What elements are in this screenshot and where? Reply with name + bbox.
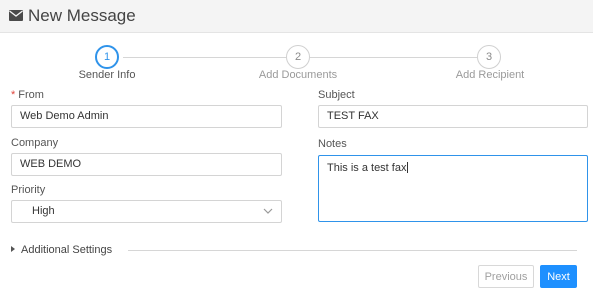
subject-field[interactable]: TEST FAX <box>318 105 588 128</box>
step-2-label: Add Documents <box>258 69 338 81</box>
step-1-circle[interactable]: 1 <box>95 45 119 69</box>
step-3-circle[interactable]: 3 <box>477 45 501 69</box>
company-field[interactable]: WEB DEMO <box>11 153 282 176</box>
previous-button[interactable]: Previous <box>478 265 534 288</box>
step-1-label: Sender Info <box>78 69 136 81</box>
chevron-down-icon <box>263 208 273 214</box>
priority-label: Priority <box>11 184 46 196</box>
company-label: Company <box>11 137 59 149</box>
additional-settings-label: Additional Settings <box>21 244 113 256</box>
envelope-icon <box>9 10 23 21</box>
page-title: New Message <box>28 6 136 25</box>
next-button[interactable]: Next <box>540 265 577 288</box>
step-2-circle[interactable]: 2 <box>286 45 310 69</box>
priority-select[interactable]: High <box>11 200 282 223</box>
stepper-line <box>123 57 286 58</box>
text-cursor <box>407 162 409 173</box>
notes-textarea[interactable]: This is a test fax <box>318 155 588 222</box>
from-label: * From <box>11 89 44 101</box>
additional-settings-toggle[interactable]: Additional Settings <box>11 244 112 256</box>
stepper-line <box>310 57 477 58</box>
step-3-label: Add Recipient <box>455 69 525 81</box>
notes-label: Notes <box>318 138 347 150</box>
title-bar: New Message <box>0 0 593 33</box>
from-field[interactable]: Web Demo Admin <box>11 105 282 128</box>
required-mark: * <box>11 89 16 101</box>
divider <box>128 250 577 251</box>
priority-value: High <box>32 205 55 217</box>
caret-right-icon <box>11 246 15 252</box>
notes-text: This is a test fax <box>327 162 407 174</box>
subject-label: Subject <box>318 89 355 101</box>
